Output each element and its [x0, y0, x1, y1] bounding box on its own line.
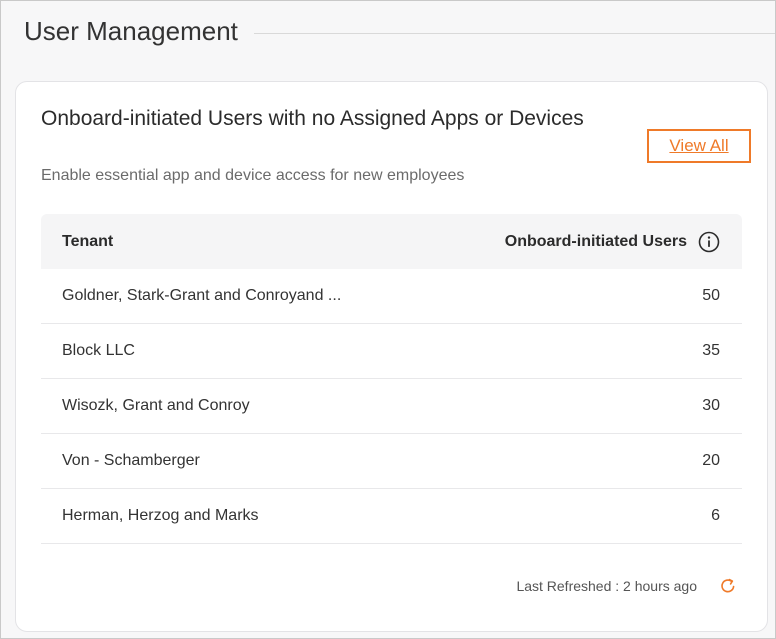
tenant-name: Wisozk, Grant and Conroy: [62, 397, 250, 414]
page-header: User Management: [24, 13, 775, 49]
user-count: 20: [702, 452, 720, 469]
tenant-name: Block LLC: [62, 342, 135, 359]
column-header-tenant[interactable]: Tenant: [62, 233, 113, 251]
header-divider: [253, 32, 775, 34]
table-row[interactable]: Block LLC 35: [41, 324, 742, 379]
view-all-link[interactable]: View All: [647, 129, 751, 163]
table-row[interactable]: Wisozk, Grant and Conroy 30: [41, 379, 742, 434]
table-row[interactable]: Goldner, Stark-Grant and Conroyand ... 5…: [41, 269, 742, 324]
table-row[interactable]: Von - Schamberger 20: [41, 434, 742, 489]
refresh-icon[interactable]: [719, 577, 737, 595]
table-header: Tenant Onboard-initiated Users: [41, 214, 742, 269]
tenant-name: Von - Schamberger: [62, 452, 200, 469]
card-subtitle: Enable essential app and device access f…: [41, 167, 465, 184]
user-count: 6: [711, 507, 720, 524]
last-refreshed-text: Last Refreshed : 2 hours ago: [516, 578, 697, 594]
card-title: Onboard-initiated Users with no Assigned…: [41, 107, 584, 130]
page-title: User Management: [24, 15, 238, 46]
info-icon[interactable]: [698, 231, 720, 253]
tenant-table: Tenant Onboard-initiated Users Goldner, …: [41, 214, 742, 544]
onboard-users-card: Onboard-initiated Users with no Assigned…: [15, 81, 768, 632]
column-header-users-wrap: Onboard-initiated Users: [505, 231, 720, 253]
user-count: 30: [702, 397, 720, 414]
column-header-onboard-users[interactable]: Onboard-initiated Users: [505, 233, 687, 251]
tenant-name: Herman, Herzog and Marks: [62, 507, 259, 524]
app-frame: User Management Onboard-initiated Users …: [0, 0, 776, 639]
user-count: 35: [702, 342, 720, 359]
card-footer: Last Refreshed : 2 hours ago: [516, 577, 737, 595]
tenant-name: Goldner, Stark-Grant and Conroyand ...: [62, 287, 342, 304]
user-count: 50: [702, 287, 720, 304]
table-row[interactable]: Herman, Herzog and Marks 6: [41, 489, 742, 544]
